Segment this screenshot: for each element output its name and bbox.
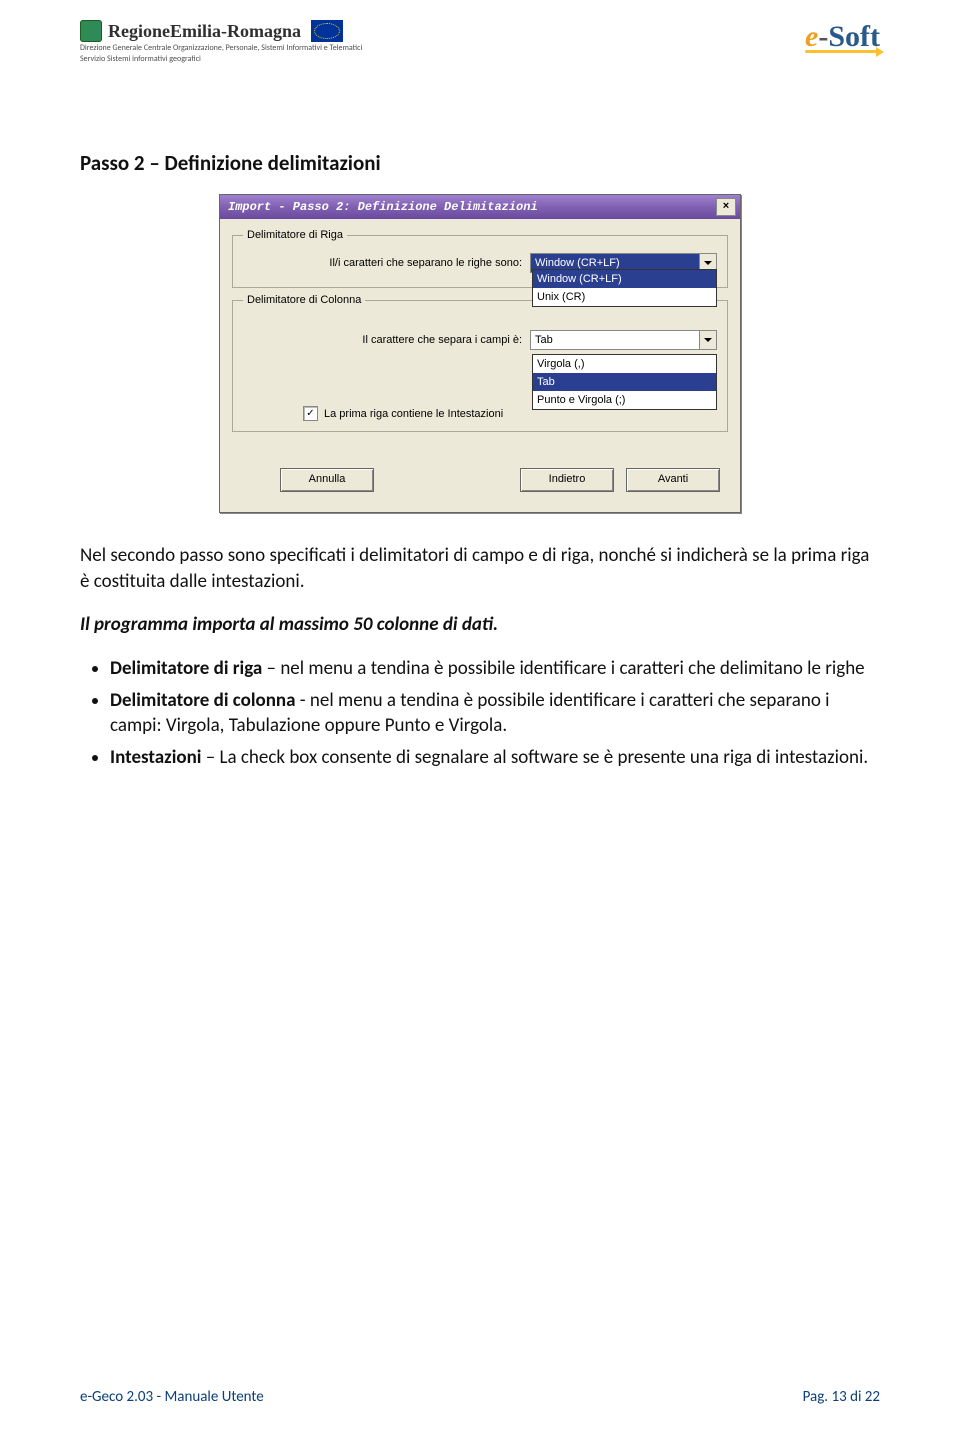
- row-delimiter-dropdown: Window (CR+LF) Unix (CR): [532, 269, 717, 307]
- page-header: RegioneEmilia-Romagna Direzione Generale…: [80, 20, 880, 90]
- col-delimiter-dropdown: Virgola (,) Tab Punto e Virgola (;): [532, 354, 717, 410]
- dialog-title: Import - Passo 2: Definizione Delimitazi…: [228, 200, 538, 214]
- dialog-titlebar: Import - Passo 2: Definizione Delimitazi…: [220, 195, 740, 219]
- dialog-close-button[interactable]: ×: [716, 198, 736, 216]
- region-logo: RegioneEmilia-Romagna: [80, 20, 362, 42]
- list-item: Intestazioni – La check box consente di …: [110, 745, 880, 771]
- region-mark-icon: [80, 20, 102, 42]
- footer-right: Pag. 13 di 22: [803, 1388, 880, 1406]
- col-delimiter-option[interactable]: Tab: [533, 373, 716, 391]
- col-delimiter-value: Tab: [531, 331, 699, 349]
- col-delimiter-option[interactable]: Virgola (,): [533, 355, 716, 373]
- dialog-wrap: Import - Passo 2: Definizione Delimitazi…: [80, 194, 880, 513]
- footer-left: e-Geco 2.03 - Manuale Utente: [80, 1388, 264, 1406]
- group-row-delimiter: Delimitatore di Riga Il/i caratteri che …: [232, 229, 728, 288]
- dropdown-arrow-icon: [699, 331, 716, 349]
- indietro-button[interactable]: Indietro: [520, 468, 614, 492]
- group-col-delimiter: Delimitatore di Colonna Il carattere che…: [232, 294, 728, 432]
- region-name: RegioneEmilia-Romagna: [108, 21, 301, 42]
- avanti-button[interactable]: Avanti: [626, 468, 720, 492]
- page-footer: e-Geco 2.03 - Manuale Utente Pag. 13 di …: [80, 1388, 880, 1406]
- body-text: Nel secondo passo sono specificati i del…: [80, 543, 880, 770]
- row-delimiter-option[interactable]: Window (CR+LF): [533, 270, 716, 288]
- col-delimiter-label: Il carattere che separa i campi è:: [243, 334, 522, 346]
- col-delimiter-option[interactable]: Punto e Virgola (;): [533, 391, 716, 409]
- paragraph-1: Nel secondo passo sono specificati i del…: [80, 543, 880, 594]
- eu-flag-icon: [311, 20, 343, 42]
- header-subtitle-1: Direzione Generale Centrale Organizzazio…: [80, 44, 362, 53]
- esoft-logo: e-Soft: [805, 20, 880, 54]
- headers-checkbox-label: La prima riga contiene le Intestazioni: [324, 408, 503, 420]
- section-heading: Passo 2 – Definizione delimitazioni: [80, 150, 880, 176]
- annulla-button[interactable]: Annulla: [280, 468, 374, 492]
- row-delimiter-option[interactable]: Unix (CR): [533, 288, 716, 306]
- col-delimiter-combo[interactable]: Tab: [530, 330, 717, 350]
- headers-checkbox[interactable]: ✓: [303, 406, 318, 421]
- bullet-list: Delimitatore di riga – nel menu a tendin…: [110, 656, 880, 771]
- row-delimiter-label: Il/i caratteri che separano le righe son…: [243, 257, 522, 269]
- paragraph-2: Il programma importa al massimo 50 colon…: [80, 612, 880, 638]
- group-row-legend: Delimitatore di Riga: [243, 229, 347, 241]
- esoft-underline-icon: [805, 50, 880, 53]
- list-item: Delimitatore di colonna - nel menu a ten…: [110, 688, 880, 739]
- list-item: Delimitatore di riga – nel menu a tendin…: [110, 656, 880, 682]
- dialog-button-row: Annulla Indietro Avanti: [232, 438, 728, 500]
- header-subtitle-2: Servizio Sistemi informativi geografici: [80, 55, 362, 64]
- group-col-legend: Delimitatore di Colonna: [243, 294, 365, 306]
- header-left: RegioneEmilia-Romagna Direzione Generale…: [80, 20, 362, 64]
- dialog-window: Import - Passo 2: Definizione Delimitazi…: [219, 194, 741, 513]
- header-right: e-Soft: [805, 20, 880, 53]
